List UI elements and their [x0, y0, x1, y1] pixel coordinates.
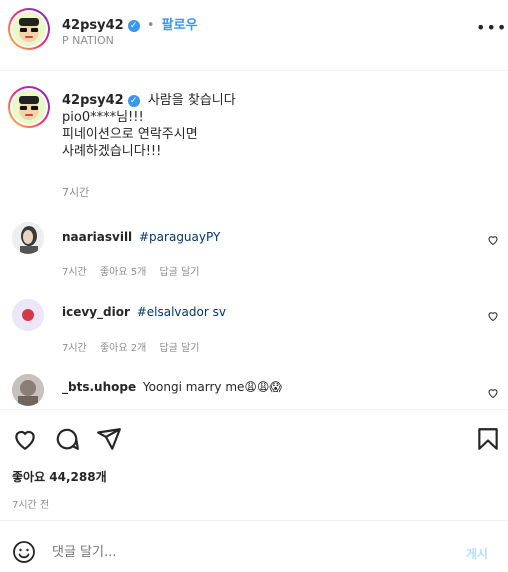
caption-avatar[interactable] — [8, 86, 50, 128]
comment-heart-icon[interactable] — [487, 234, 499, 246]
more-icon[interactable]: ••• — [476, 18, 507, 37]
avatar-image — [12, 374, 44, 406]
comment-hashtag[interactable]: #elsalvador sv — [137, 305, 226, 319]
caption-line4: 사례하겠습니다!!! — [62, 144, 162, 159]
comment-username[interactable]: naariasvill — [62, 230, 132, 244]
header-dot: • — [146, 18, 155, 33]
comment-input[interactable] — [52, 540, 412, 564]
heart-icon[interactable] — [12, 426, 38, 452]
comment-avatar[interactable] — [12, 222, 44, 254]
reply-button[interactable]: 답글 달기 — [159, 267, 199, 278]
verified-icon: ✓ — [127, 94, 140, 107]
avatar-image — [12, 299, 44, 331]
comment-time: 7시간 — [62, 267, 87, 278]
comment-username[interactable]: icevy_dior — [62, 305, 130, 319]
comment-heart-icon[interactable] — [487, 310, 499, 322]
comment-hashtag[interactable]: #paraguayPY — [139, 230, 220, 244]
post-comment-button[interactable]: 게시 — [466, 545, 488, 562]
caption-time: 7시간 — [62, 186, 90, 199]
header-avatar[interactable] — [8, 8, 50, 50]
comment-avatar[interactable] — [12, 374, 44, 406]
caption-text: 사람을 찾습니다 — [147, 93, 236, 108]
avatar-image — [19, 96, 39, 120]
header-username[interactable]: 42psy42 — [62, 18, 124, 33]
caption-line1: 42psy42 ✓ 사람을 찾습니다 — [62, 92, 482, 109]
reply-button[interactable]: 답글 달기 — [159, 343, 199, 354]
likes-count[interactable]: 좋아요 44,288개 — [12, 468, 107, 485]
avatar-image — [12, 222, 44, 254]
caption-username[interactable]: 42psy42 — [62, 93, 124, 108]
comment-username[interactable]: _bts.uhope — [62, 380, 136, 394]
caption-line2: pio0****님!!! — [62, 110, 144, 125]
comment-text: Yoongi marry me😩😩😱 — [142, 380, 282, 394]
caption-line3: 피네이션으로 연락주시면 — [62, 127, 198, 142]
share-icon[interactable] — [96, 426, 122, 452]
comment-time: 7시간 — [62, 343, 87, 354]
bookmark-icon[interactable] — [475, 426, 501, 452]
follow-button[interactable]: 팔로우 — [162, 18, 198, 33]
comment-heart-icon[interactable] — [487, 387, 499, 399]
header-subtitle: P NATION — [62, 34, 114, 47]
post-time: 7시간 전 — [12, 500, 50, 511]
comment-icon[interactable] — [54, 426, 80, 452]
verified-icon: ✓ — [127, 19, 140, 32]
comment-avatar[interactable] — [12, 299, 44, 331]
avatar-image — [19, 18, 39, 42]
emoji-icon[interactable] — [12, 540, 36, 564]
comment-likes[interactable]: 좋아요 5개 — [100, 267, 146, 278]
comment-likes[interactable]: 좋아요 2개 — [100, 343, 146, 354]
